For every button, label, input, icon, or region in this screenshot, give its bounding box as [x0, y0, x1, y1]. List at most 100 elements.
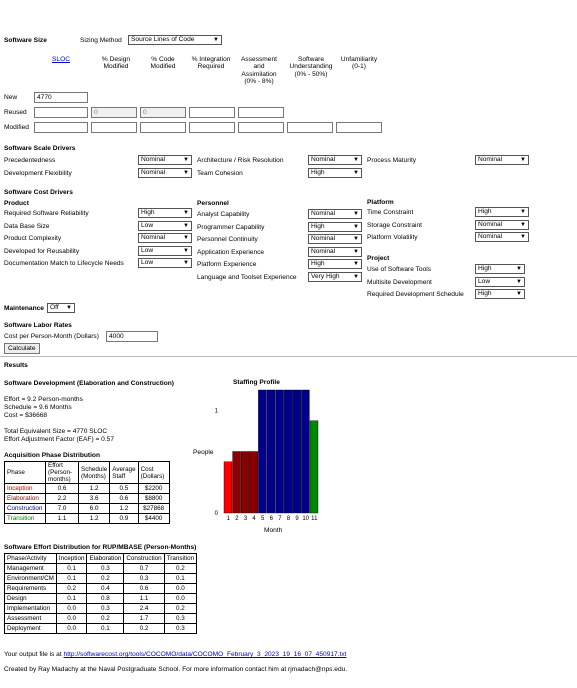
scale-driver-label: Process Maturity: [367, 157, 417, 164]
output-file-link[interactable]: http://softwarecost.org/tools/COCOMO/dat…: [64, 651, 347, 658]
activity-value: 0.4: [86, 583, 125, 594]
chevron-down-icon: ▼: [516, 278, 522, 285]
x-tick-label: 11: [311, 516, 318, 522]
modified-sloc-input[interactable]: [34, 122, 88, 133]
phase-staff: 1.2: [109, 503, 139, 514]
activity-value: 0.2: [163, 603, 198, 614]
chart-bar: [309, 420, 319, 514]
col-assessment-assimilation: Assessment and Assimilation (0% - 8%): [241, 56, 277, 86]
documentation-match-to-lifecycle-needs-select[interactable]: Low ▼: [138, 258, 192, 268]
activity-value: 0.0: [55, 613, 88, 624]
language-and-toolset-experience-label: Language and Toolset Experience: [197, 273, 297, 281]
x-tick-label: 4: [252, 516, 256, 522]
platform-heading: Platform: [367, 199, 394, 206]
chevron-down-icon: ▼: [213, 37, 219, 43]
table-row: Design 0.1 0.8 1.1 0.0: [4, 593, 198, 604]
multisite-development-select[interactable]: Low ▼: [475, 276, 525, 287]
product-complexity-select[interactable]: Nominal ▼: [138, 233, 192, 243]
required-software-reliability-select[interactable]: High ▼: [138, 208, 192, 218]
sloc-link[interactable]: SLOC: [52, 56, 70, 63]
row-new-label: New: [4, 94, 18, 101]
x-tick-label: 6: [270, 516, 274, 522]
time-constraint-select[interactable]: High ▼: [475, 207, 529, 217]
team-cohesion-select[interactable]: High ▼: [308, 168, 362, 178]
chevron-down-icon: ▼: [183, 235, 189, 241]
results-heading: Results: [4, 362, 28, 369]
activity-value: 0.3: [163, 613, 198, 624]
staffing-profile-chart: 1 2 3 4 5 6 7 8 9 10 1110: [215, 389, 319, 522]
activity-name: Environment/CM: [4, 573, 57, 584]
activity-value: 0.0: [163, 583, 198, 594]
activity-value: 0.3: [86, 563, 125, 574]
chevron-down-icon: ▼: [520, 209, 526, 215]
phase-schedule: 1.2: [77, 483, 111, 494]
analyst-capability-select[interactable]: Nominal ▼: [308, 209, 362, 219]
table-header-cell: Phase: [4, 461, 46, 484]
time-constraint-label: Time Constraint: [367, 209, 414, 216]
required-development-schedule-select[interactable]: High ▼: [475, 289, 525, 299]
platform-experience-select[interactable]: High ▼: [308, 259, 362, 269]
development-flexibility-select[interactable]: Nominal ▼: [138, 168, 192, 178]
activity-value: 0.1: [55, 593, 88, 604]
effort-text: Effort = 9.2 Person-months: [4, 396, 83, 403]
scale-driver-label: Development Flexibility: [4, 170, 72, 177]
phase-staff: 0.5: [109, 483, 139, 494]
table-header-cell: Schedule (Months): [77, 461, 111, 484]
table-header-cell: Phase/Activity: [4, 553, 57, 564]
platform-volatility-select[interactable]: Nominal ▼: [475, 232, 529, 242]
modified-code-input[interactable]: [140, 122, 186, 133]
chart-bar: [232, 451, 241, 514]
scale-driver-label: Team Cohesion: [197, 170, 243, 177]
modified-su-input[interactable]: [287, 122, 333, 133]
sizing-method-select[interactable]: Source Lines of Code ▼: [128, 35, 222, 45]
modified-design-input[interactable]: [91, 122, 137, 133]
chart-bar: [258, 389, 267, 514]
phase-name: Transition: [4, 513, 46, 524]
x-tick-label: 9: [295, 516, 299, 522]
platform-volatility-label: Platform Volatility: [367, 234, 418, 241]
programmer-capability-select[interactable]: High ▼: [308, 221, 362, 232]
language-and-toolset-experience-select[interactable]: Very High ▼: [308, 271, 362, 282]
reused-aa-input[interactable]: [238, 107, 284, 118]
architecture-risk-select[interactable]: Nominal ▼: [308, 155, 362, 165]
documentation-match-to-lifecycle-needs-label: Documentation Match to Lifecycle Needs: [4, 260, 124, 267]
phase-effort: 2.2: [45, 493, 79, 504]
scale-driver-label: Architecture / Risk Resolution: [197, 157, 284, 164]
modified-integration-input[interactable]: [189, 122, 235, 133]
x-tick-label: 8: [287, 516, 291, 522]
chevron-down-icon: ▼: [183, 222, 189, 229]
modified-aa-input[interactable]: [238, 122, 284, 133]
maintenance-label: Maintenance: [4, 305, 44, 312]
activity-value: 1.7: [123, 613, 165, 624]
activity-value: 0.2: [86, 573, 125, 584]
cost-per-pm-input[interactable]: 4000: [106, 331, 158, 342]
modified-unfam-input[interactable]: [336, 122, 382, 133]
application-experience-select[interactable]: Nominal ▼: [308, 246, 362, 257]
activity-value: 0.1: [55, 573, 88, 584]
x-tick-label: 2: [235, 516, 239, 522]
use-of-software-tools-select[interactable]: High ▼: [475, 264, 525, 274]
maintenance-select[interactable]: Off ▼: [47, 303, 75, 313]
process-maturity-select[interactable]: Nominal ▼: [475, 155, 529, 165]
developed-for-reusability-select[interactable]: Low ▼: [138, 245, 192, 256]
reused-integration-input[interactable]: [189, 107, 235, 118]
chevron-down-icon: ▼: [183, 260, 189, 266]
chevron-down-icon: ▼: [520, 221, 526, 228]
data-base-size-label: Data Base Size: [4, 222, 50, 230]
storage-constraint-select[interactable]: Nominal ▼: [475, 219, 529, 230]
scale-driver-label: Precedentedness: [4, 157, 56, 164]
new-sloc-input[interactable]: 4770: [34, 92, 88, 103]
reused-sloc-input[interactable]: [34, 107, 88, 118]
y-tick-label: 0: [215, 511, 219, 517]
data-base-size-select[interactable]: Low ▼: [138, 220, 192, 231]
activity-value: 0.2: [86, 613, 125, 624]
personnel-continuity-select[interactable]: Nominal ▼: [308, 234, 362, 244]
table-row: Management 0.1 0.3 0.7 0.2: [4, 563, 198, 574]
precedentedness-select[interactable]: Nominal ▼: [138, 155, 192, 165]
phase-effort: 0.6: [45, 483, 79, 494]
rup-heading: Software Effort Distribution for RUP/MBA…: [4, 544, 197, 551]
calculate-button[interactable]: Calculate: [4, 343, 40, 354]
chart-bar: [241, 451, 250, 514]
table-row: Construction 7.0 6.0 1.2 $27868: [4, 503, 170, 514]
phase-distribution-table: Phase Effort (Person-months) Schedule (Mon…: [4, 461, 170, 524]
